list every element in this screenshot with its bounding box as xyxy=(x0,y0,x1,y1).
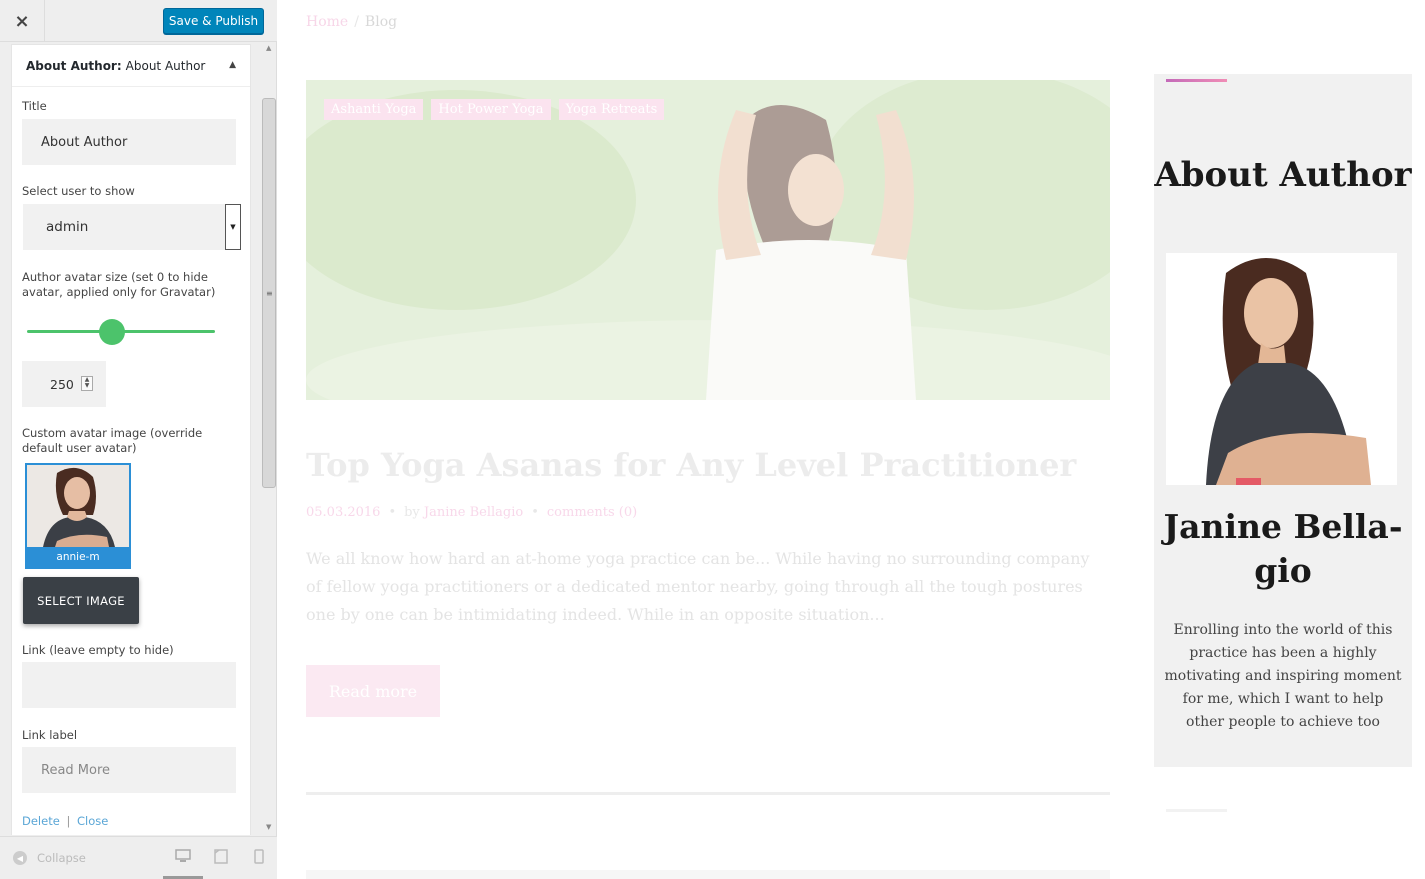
customizer-header: × Save & Publish xyxy=(0,0,277,42)
widget-header-title: About Author xyxy=(125,58,206,73)
yoga-woman-photo xyxy=(306,80,1110,400)
link-label-label: Link label xyxy=(22,728,78,742)
save-publish-button[interactable]: Save & Publish xyxy=(163,8,264,34)
link-label-input[interactable]: Read More xyxy=(22,747,236,793)
scroll-up-arrow-icon[interactable]: ▲ xyxy=(266,44,271,52)
widget-accent-line xyxy=(1166,79,1227,82)
custom-avatar-label: Custom avatar image (override default us… xyxy=(22,426,203,455)
author-portrait-image xyxy=(1166,253,1397,485)
avatar-size-value: 250 xyxy=(50,376,74,392)
post-date[interactable]: 05.03.2016 xyxy=(306,505,380,520)
next-post-preview xyxy=(306,870,1110,879)
collapse-arrow-icon[interactable]: ▲ xyxy=(229,60,236,70)
avatar-size-number-input[interactable]: 250 ▲ ▼ xyxy=(22,361,106,407)
user-select-label: Select user to show xyxy=(22,184,135,198)
image-caption: annie-m xyxy=(27,547,129,567)
link-label: Link (leave empty to hide) xyxy=(22,643,174,657)
post-meta: 05.03.2016 • by Janine Bellagio • comments (… xyxy=(306,505,638,520)
user-select-value: admin xyxy=(46,219,89,235)
delete-link[interactable]: Delete xyxy=(22,814,60,828)
collapse-button[interactable]: ◀ Collapse xyxy=(13,851,86,865)
customizer-footer: ◀ Collapse xyxy=(0,836,277,879)
tag-hot-power-yoga[interactable]: Hot Power Yoga xyxy=(431,99,551,120)
customizer-panel: × Save & Publish About Author: About Aut… xyxy=(0,0,277,879)
user-select[interactable]: admin ▼ xyxy=(23,204,241,250)
widget-actions: Delete | Close xyxy=(22,814,108,828)
mobile-icon[interactable] xyxy=(254,849,264,868)
chevron-down-icon[interactable]: ▼ xyxy=(225,204,241,250)
post-tags: Ashanti Yoga Hot Power Yoga Yoga Retreat… xyxy=(324,99,665,120)
title-input[interactable]: About Author xyxy=(22,119,236,165)
avatar-photo-thumbnail xyxy=(27,465,129,547)
tablet-icon[interactable] xyxy=(214,849,228,868)
read-more-button[interactable]: Read more xyxy=(306,665,440,717)
post-featured-image[interactable] xyxy=(306,80,1110,400)
close-icon[interactable]: × xyxy=(0,0,45,42)
selected-image-thumbnail[interactable]: annie-m xyxy=(25,463,131,569)
avatar-size-slider-handle[interactable] xyxy=(98,319,125,345)
title-label: Title xyxy=(22,99,47,113)
breadcrumb-home[interactable]: Home xyxy=(306,14,348,30)
site-preview: Home / Blog Ashanti Yoga Hot Power Yoga Yo… xyxy=(278,0,1425,879)
widget-header[interactable]: About Author: About Author ▲ xyxy=(12,45,250,87)
desktop-icon[interactable] xyxy=(175,849,191,867)
author-name: Janine Bella-gio xyxy=(1163,507,1403,590)
next-widget-accent-line xyxy=(1166,809,1227,812)
actions-separator: | xyxy=(66,814,71,828)
app-window: × Save & Publish About Author: About Aut… xyxy=(0,0,1425,879)
avatar-size-label: Author avatar size (set 0 to hide avatar… xyxy=(22,270,216,299)
close-link[interactable]: Close xyxy=(77,814,108,828)
tag-ashanti-yoga[interactable]: Ashanti Yoga xyxy=(324,99,424,120)
select-image-button[interactable]: SELECT IMAGE xyxy=(23,577,139,624)
spinner-arrows-icon[interactable]: ▲ ▼ xyxy=(81,376,93,391)
scroll-down-arrow-icon[interactable]: ▼ xyxy=(266,823,271,831)
widget-header-prefix: About Author: xyxy=(26,58,122,73)
post-author-link[interactable]: Janine Bellagio xyxy=(424,505,523,520)
tag-yoga-retreats[interactable]: Yoga Retreats xyxy=(558,99,665,120)
breadcrumb-current: Blog xyxy=(364,14,398,30)
post-divider xyxy=(306,792,1110,795)
author-bio: Enrolling into the world of this practic… xyxy=(1164,622,1402,730)
post-comments-link[interactable]: comments (0) xyxy=(547,505,637,520)
breadcrumb-separator: / xyxy=(354,14,359,30)
breadcrumb: Home / Blog xyxy=(306,14,397,30)
post-by: by xyxy=(404,505,420,520)
author-photo xyxy=(1166,253,1397,485)
collapse-label: Collapse xyxy=(37,851,86,865)
collapse-arrow-icon: ◀ xyxy=(13,851,27,865)
widget-title: About Author xyxy=(1154,155,1412,195)
post-title[interactable]: Top Yoga Asanas for Any Level Practition… xyxy=(306,446,1076,484)
scrollbar-grip-icon: ≡ xyxy=(266,289,273,298)
widget-about-author: About Author: About Author ▲ Title About… xyxy=(11,44,251,835)
link-input[interactable] xyxy=(22,662,236,708)
customizer-scroll-area: About Author: About Author ▲ Title About… xyxy=(0,42,277,835)
post-excerpt: We all know how hard an at-home yoga pra… xyxy=(306,549,1090,624)
